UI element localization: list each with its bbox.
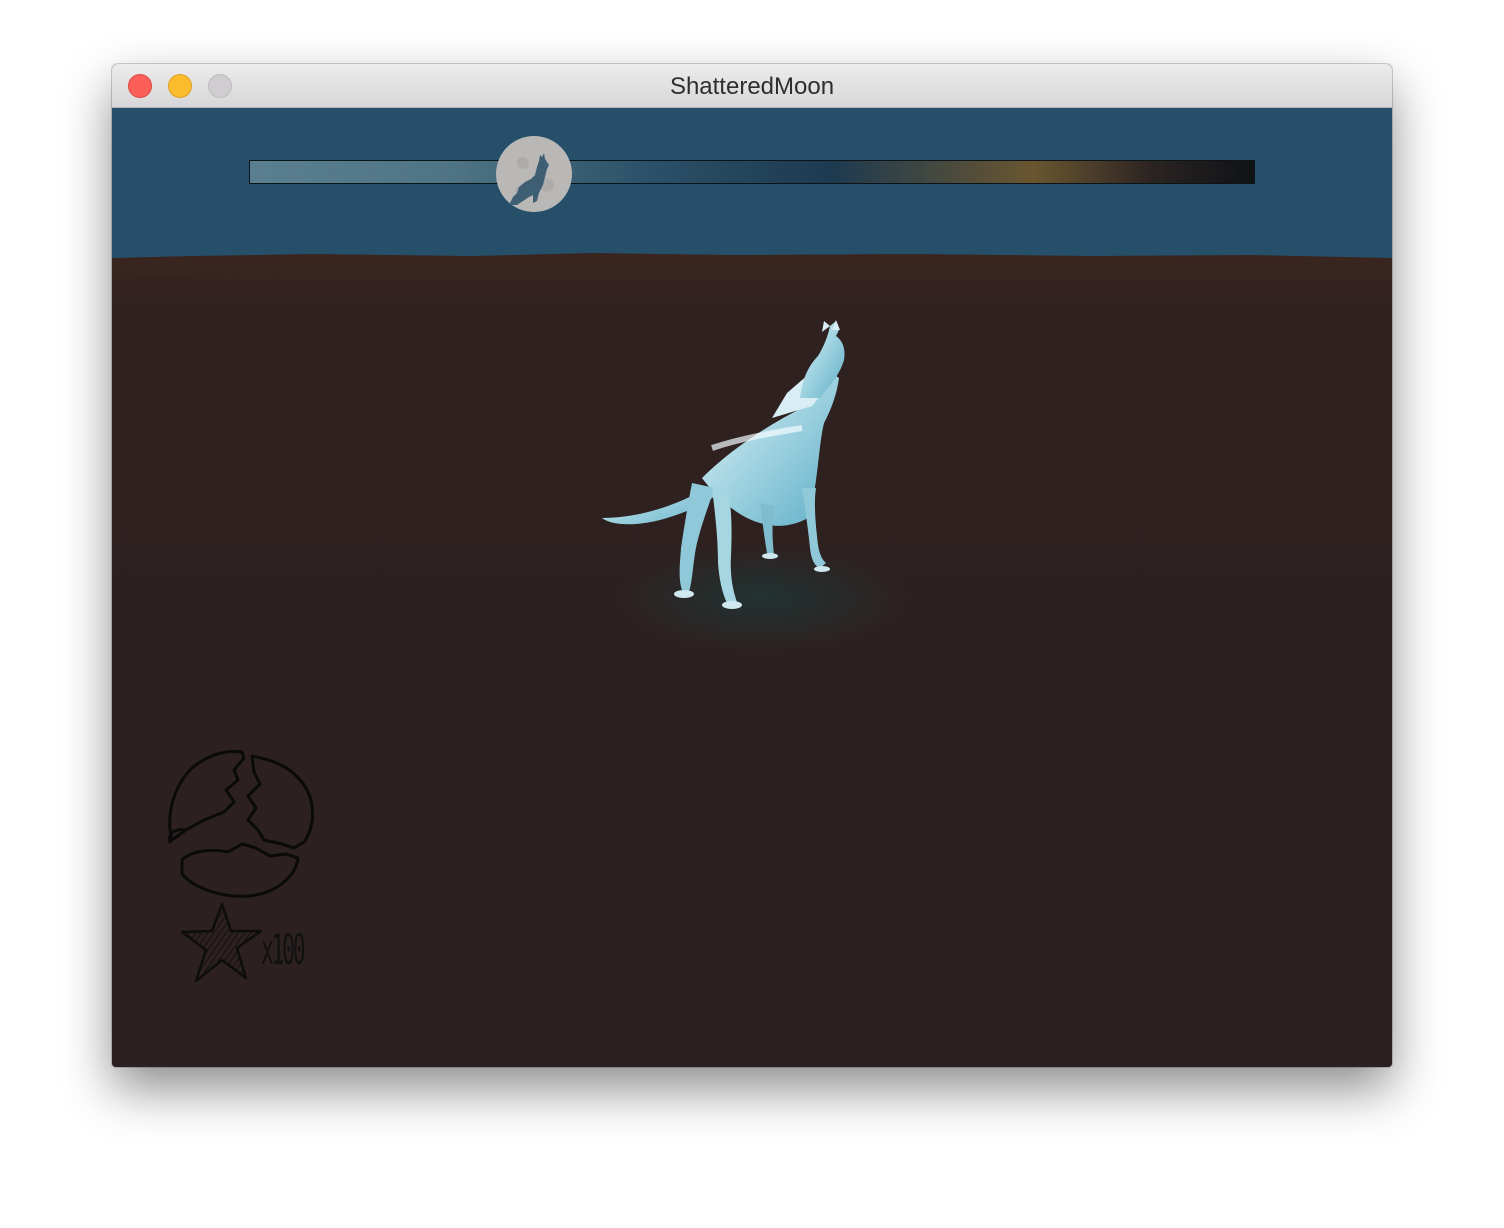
day-night-timeline xyxy=(249,160,1255,184)
timeline-moon-marker xyxy=(496,136,572,212)
star-icon xyxy=(180,902,263,983)
game-viewport[interactable]: x100 xyxy=(112,108,1392,1067)
timeline-track xyxy=(250,161,1254,183)
horizon-ridge xyxy=(112,254,1392,280)
game-window: ShatteredMoon x100 xyxy=(112,64,1392,1067)
ground xyxy=(112,253,1392,1067)
star-count: x100 xyxy=(261,925,306,974)
shattered-moon-icon xyxy=(168,750,314,898)
title-bar[interactable]: ShatteredMoon xyxy=(112,64,1392,108)
game-scene xyxy=(112,108,1392,1067)
window-title: ShatteredMoon xyxy=(669,73,835,100)
